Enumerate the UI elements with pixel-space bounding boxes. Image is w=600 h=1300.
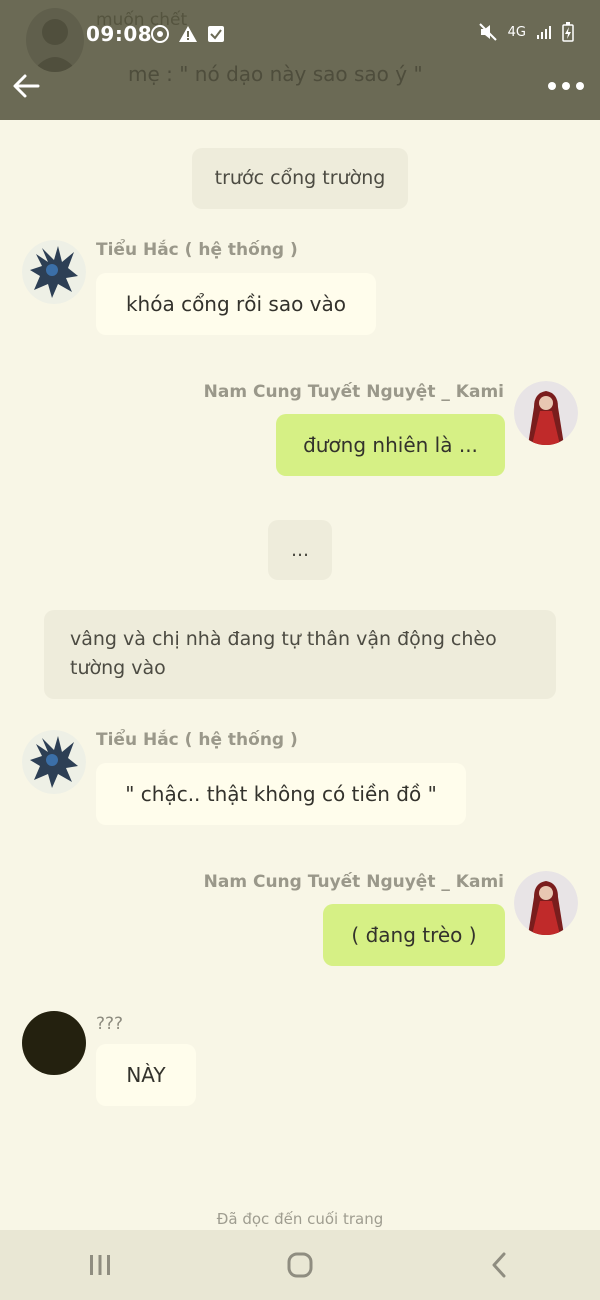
more-button[interactable] (544, 72, 588, 100)
more-dot-icon (562, 82, 570, 90)
warning-icon (178, 24, 198, 44)
narration-text: ... (290, 538, 310, 561)
sender-name: Nam Cung Tuyết Nguyệt _ Kami (203, 382, 504, 402)
message-bubble-outgoing[interactable]: ( đang trèo ) (323, 904, 505, 966)
signal-icon (536, 24, 552, 40)
narration-text: vâng và chị nhà đang tự thân vận động ch… (70, 628, 497, 679)
top-bar: muốn chết mẹ : " nó dạo này sao sao ý " … (0, 0, 600, 120)
status-icons-left (150, 24, 226, 44)
recent-apps-button[interactable] (70, 1235, 130, 1295)
sender-name: Nam Cung Tuyết Nguyệt _ Kami (203, 872, 504, 892)
message-bubble-incoming[interactable]: khóa cổng rồi sao vào (96, 273, 376, 335)
more-dot-icon (548, 82, 556, 90)
avatar-tieu-hac[interactable] (22, 240, 86, 304)
more-dot-icon (576, 82, 584, 90)
sync-icon (150, 24, 170, 44)
avatar-tieu-hac[interactable] (22, 730, 86, 794)
avatar-kami[interactable] (514, 381, 578, 445)
message-bubble-incoming[interactable]: " chậc.. thật không có tiền đồ " (96, 763, 466, 825)
system-nav-bar (0, 1230, 600, 1300)
message-bubble-outgoing[interactable]: đương nhiên là ... (276, 414, 505, 476)
check-box-icon (206, 24, 226, 44)
home-icon (287, 1252, 313, 1278)
avatar-unknown[interactable] (22, 1011, 86, 1075)
narration-box: trước cổng trường (192, 148, 408, 209)
battery-icon (562, 22, 574, 42)
sender-name: Tiểu Hắc ( hệ thống ) (96, 240, 298, 260)
system-back-button[interactable] (470, 1235, 530, 1295)
avatar-kami[interactable] (514, 871, 578, 935)
status-time: 09:08 (86, 22, 153, 46)
narration-box: ... (268, 520, 332, 580)
home-button[interactable] (270, 1235, 330, 1295)
sender-name: Tiểu Hắc ( hệ thống ) (96, 730, 298, 750)
status-icons-right: 4G (478, 22, 574, 42)
message-bubble-incoming[interactable]: NÀY (96, 1044, 196, 1106)
mute-icon (478, 22, 498, 42)
chat-area[interactable]: trước cổng trường Tiểu Hắc ( hệ thống ) … (0, 120, 600, 1230)
narration-text: trước cổng trường (214, 167, 386, 189)
end-of-page-note: Đã đọc đến cuối trang (216, 1210, 384, 1228)
arrow-left-icon (13, 74, 40, 98)
recent-apps-icon (90, 1255, 110, 1275)
ghost-preview: mẹ : " nó dạo này sao sao ý " (128, 62, 423, 86)
network-type: 4G (507, 24, 526, 40)
narration-box: vâng và chị nhà đang tự thân vận động ch… (44, 610, 556, 699)
sender-name: ??? (96, 1014, 124, 1034)
back-button[interactable] (6, 66, 46, 106)
ghost-avatar (26, 8, 84, 72)
chevron-left-icon (492, 1252, 506, 1278)
